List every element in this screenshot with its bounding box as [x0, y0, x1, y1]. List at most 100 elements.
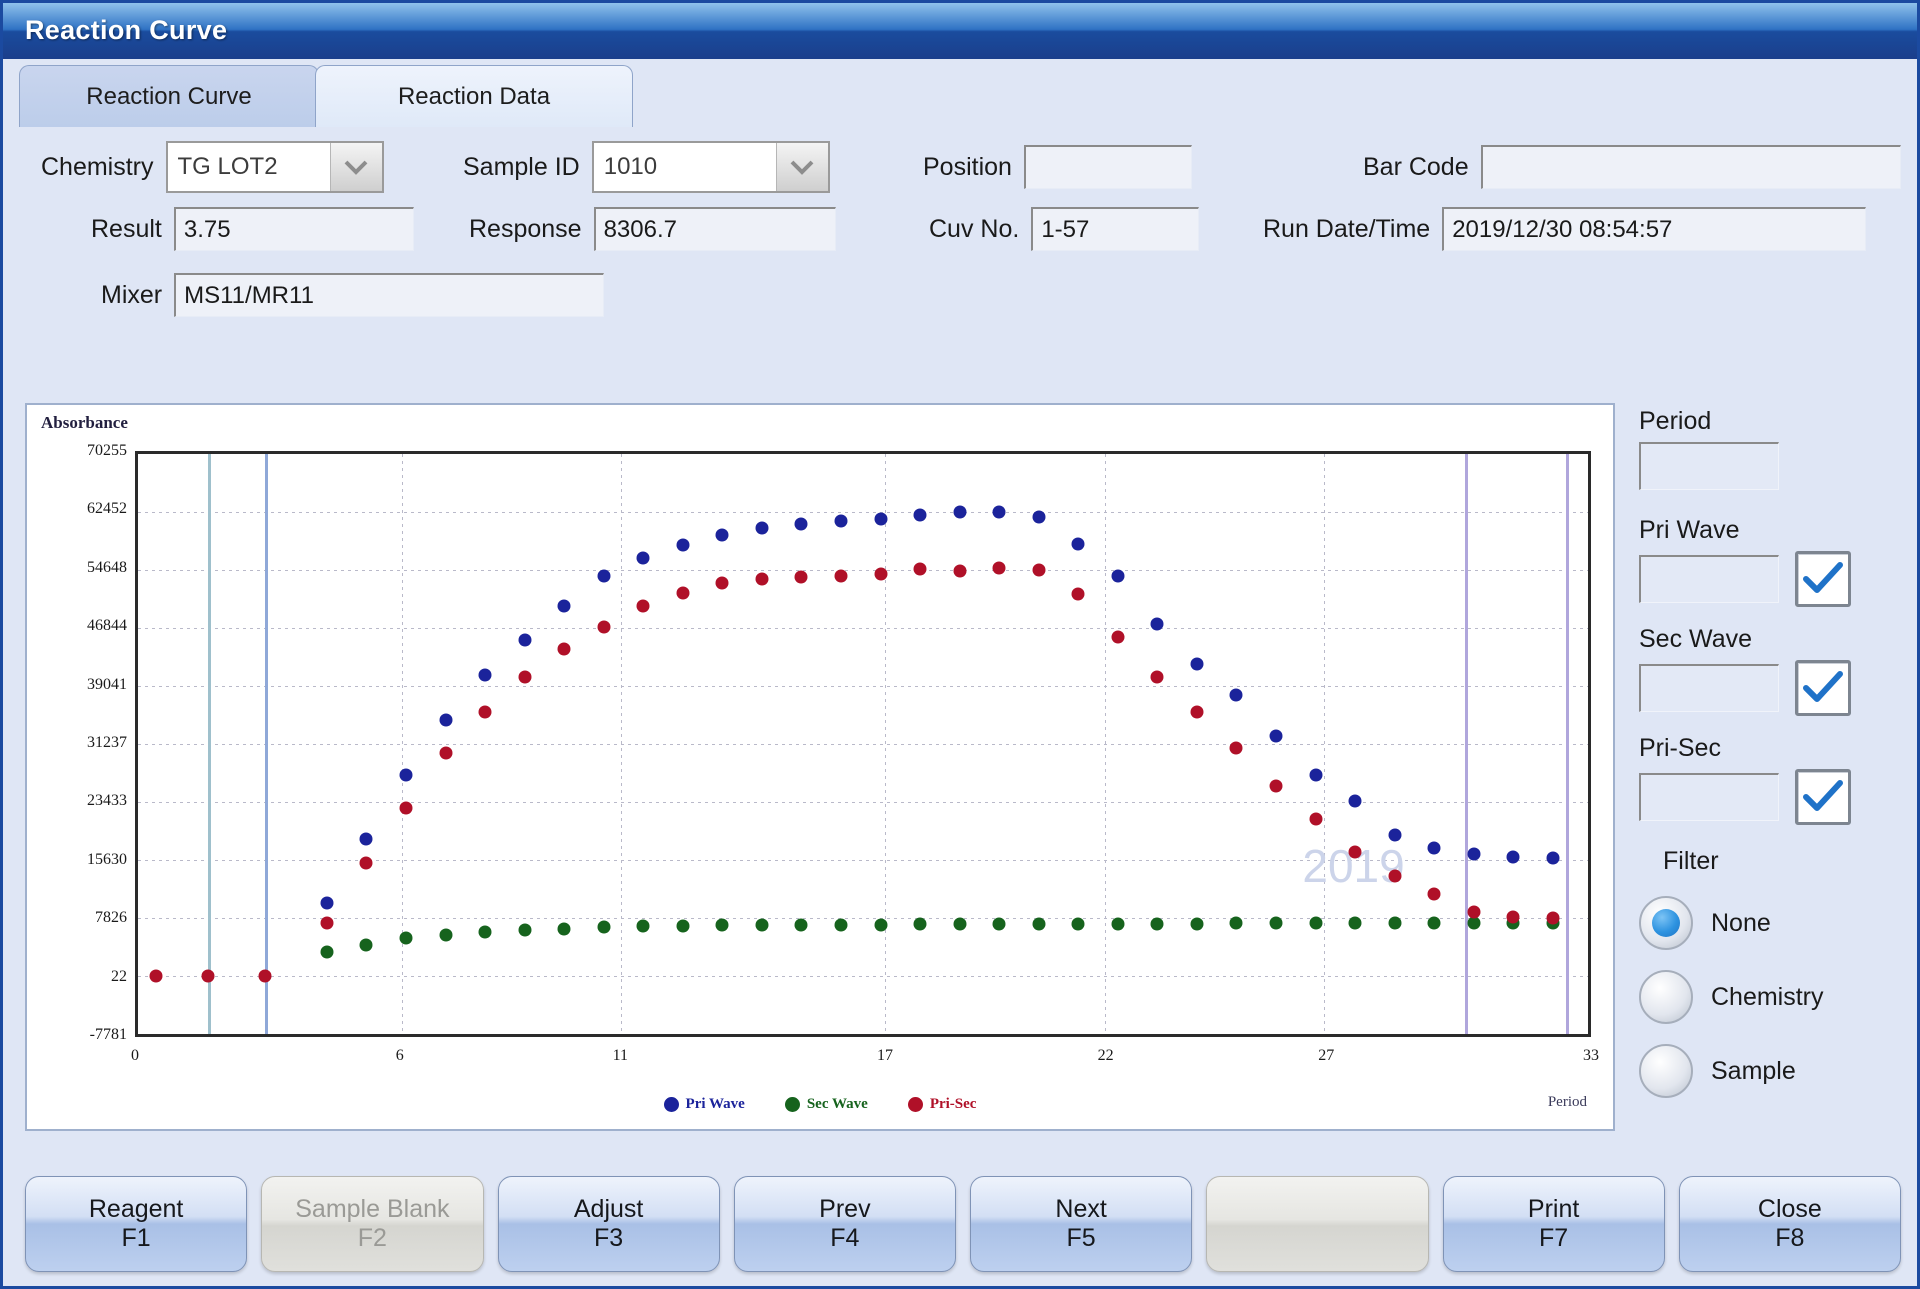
period-marker-line[interactable]: [1566, 454, 1569, 1034]
mixer-field-group: Mixer MS11/MR11: [101, 273, 604, 317]
filter-option-none[interactable]: None: [1639, 896, 1901, 950]
data-point: [1507, 911, 1520, 924]
y-tick-label: 23433: [87, 792, 127, 810]
pri-sec-checkbox[interactable]: [1795, 769, 1851, 825]
grid-line-vertical: [1324, 454, 1325, 1034]
run-datetime-value: 2019/12/30 08:54:57: [1442, 207, 1866, 251]
chevron-down-icon[interactable]: [330, 143, 382, 191]
chemistry-select[interactable]: TG LOT2: [166, 141, 384, 193]
window-title-bar: Reaction Curve: [3, 3, 1917, 59]
data-point: [320, 946, 333, 959]
close-button[interactable]: CloseF8: [1679, 1176, 1901, 1272]
filter-option-sample[interactable]: Sample: [1639, 1044, 1901, 1098]
data-point: [993, 562, 1006, 575]
data-point: [1230, 741, 1243, 754]
filter-group: Filter None Chemistry Sample: [1639, 847, 1901, 1098]
data-point: [1111, 630, 1124, 643]
sample-id-select[interactable]: 1010: [592, 141, 830, 193]
position-value[interactable]: [1024, 145, 1192, 189]
data-point: [1349, 917, 1362, 930]
adjust-button[interactable]: AdjustF3: [498, 1176, 720, 1272]
grid-line-vertical: [402, 454, 403, 1034]
prev-button[interactable]: PrevF4: [734, 1176, 956, 1272]
x-tick-label: 11: [613, 1047, 628, 1065]
period-value[interactable]: [1639, 442, 1779, 490]
record-info-form: Chemistry TG LOT2 Sample ID 1010 Positio…: [3, 127, 1917, 327]
data-point: [558, 643, 571, 656]
data-point: [518, 924, 531, 937]
data-point: [360, 938, 373, 951]
data-point: [1111, 569, 1124, 582]
grid-line-horizontal: [138, 628, 1588, 629]
pri-sec-group: Pri-Sec: [1639, 734, 1901, 825]
tab-reaction-curve[interactable]: Reaction Curve: [19, 65, 319, 127]
data-point: [1032, 564, 1045, 577]
pri-wave-value[interactable]: [1639, 555, 1779, 603]
data-point: [914, 918, 927, 931]
sec-wave-value[interactable]: [1639, 664, 1779, 712]
radio-sample-icon[interactable]: [1639, 1044, 1693, 1098]
data-point: [1428, 917, 1441, 930]
y-tick-label: 54648: [87, 559, 127, 577]
legend-swatch: [908, 1097, 923, 1112]
data-point: [1151, 917, 1164, 930]
result-label: Result: [91, 215, 162, 244]
data-point: [1546, 851, 1559, 864]
button-label: Reagent: [89, 1195, 184, 1225]
data-point: [360, 832, 373, 845]
legend-item: Pri Wave: [664, 1096, 745, 1113]
data-point: [320, 897, 333, 910]
barcode-value[interactable]: [1481, 145, 1901, 189]
y-tick-label: 70255: [87, 442, 127, 460]
sample-id-value: 1010: [594, 143, 776, 191]
pri-wave-checkbox[interactable]: [1795, 551, 1851, 607]
period-marker-line[interactable]: [265, 454, 268, 1034]
radio-chemistry-icon[interactable]: [1639, 970, 1693, 1024]
y-tick-label: -7781: [90, 1026, 127, 1044]
data-point: [716, 576, 729, 589]
data-point: [597, 620, 610, 633]
grid-line-vertical: [885, 454, 886, 1034]
data-point: [1151, 617, 1164, 630]
x-tick-label: 27: [1318, 1047, 1334, 1065]
data-point: [1190, 705, 1203, 718]
response-label: Response: [469, 215, 582, 244]
button-label: Adjust: [574, 1195, 643, 1225]
tab-reaction-data[interactable]: Reaction Data: [315, 65, 633, 127]
data-point: [1309, 769, 1322, 782]
button-shortcut: F3: [594, 1224, 623, 1254]
data-point: [439, 747, 452, 760]
reaction-curve-window: Reaction Curve Reaction Curve Reaction D…: [0, 0, 1920, 1289]
data-point: [597, 921, 610, 934]
next-button[interactable]: NextF5: [970, 1176, 1192, 1272]
data-point: [439, 928, 452, 941]
data-point: [953, 918, 966, 931]
reagent-button[interactable]: ReagentF1: [25, 1176, 247, 1272]
print-button[interactable]: PrintF7: [1443, 1176, 1665, 1272]
period-marker-line[interactable]: [1465, 454, 1468, 1034]
data-point: [558, 600, 571, 613]
chart-plot-area[interactable]: 2019: [135, 451, 1591, 1037]
legend-item: Pri-Sec: [908, 1096, 977, 1113]
legend-label: Pri-Sec: [930, 1096, 977, 1113]
sec-wave-checkbox[interactable]: [1795, 660, 1851, 716]
filter-option-chemistry[interactable]: Chemistry: [1639, 970, 1901, 1024]
data-point: [1230, 689, 1243, 702]
grid-line-horizontal: [138, 918, 1588, 919]
sample-blank-button: Sample BlankF2: [261, 1176, 483, 1272]
data-point: [755, 918, 768, 931]
position-field-group: Position: [923, 145, 1192, 189]
sample-id-field-group: Sample ID 1010: [463, 141, 830, 193]
data-point: [1309, 917, 1322, 930]
pri-sec-value[interactable]: [1639, 773, 1779, 821]
cuv-no-field-group: Cuv No. 1-57: [929, 207, 1199, 251]
grid-line-horizontal: [138, 744, 1588, 745]
chevron-down-icon[interactable]: [776, 143, 828, 191]
data-point: [1388, 869, 1401, 882]
radio-none-icon[interactable]: [1639, 896, 1693, 950]
data-point: [993, 506, 1006, 519]
data-point: [795, 571, 808, 584]
period-marker-line[interactable]: [208, 454, 211, 1034]
data-point: [1072, 917, 1085, 930]
data-point: [914, 508, 927, 521]
